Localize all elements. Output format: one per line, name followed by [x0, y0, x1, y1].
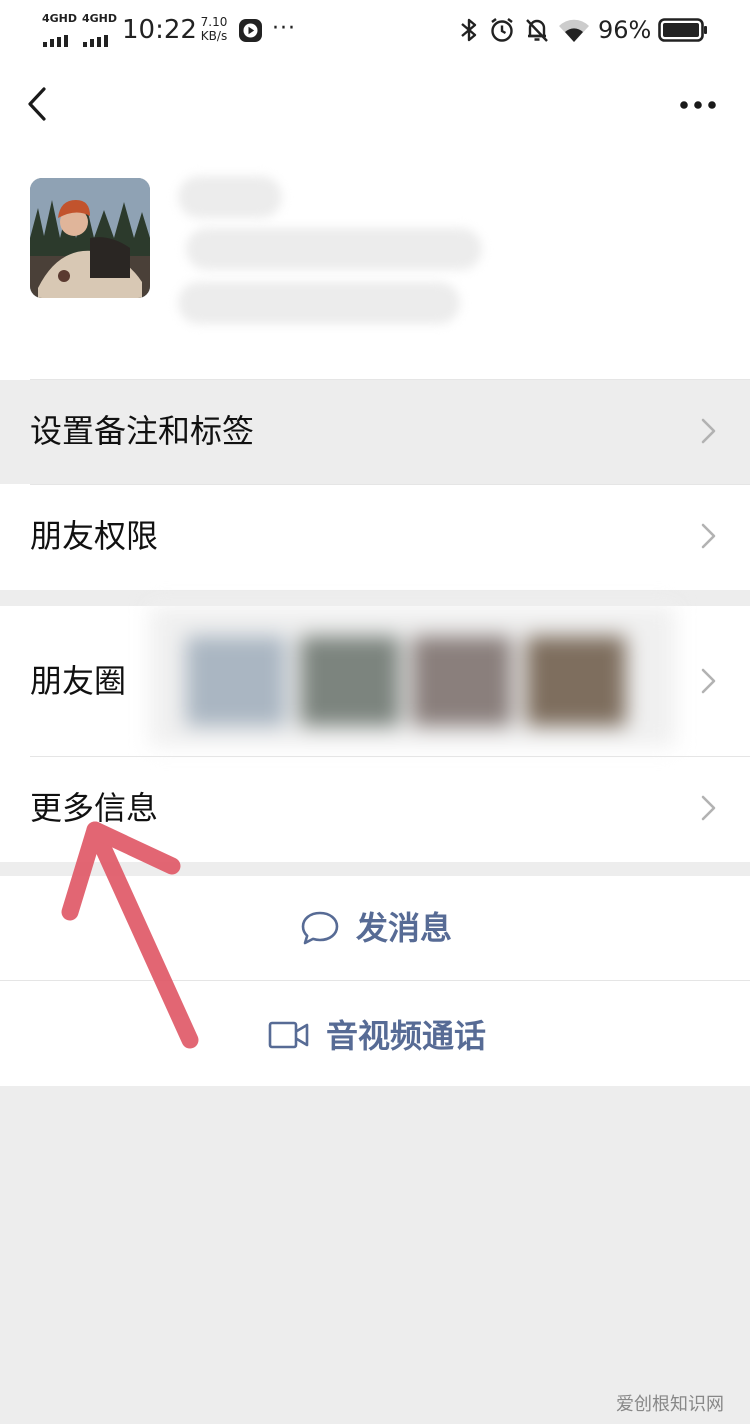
watermark-text: 爱创根知识网: [616, 1394, 724, 1415]
annotation-arrow: [61, 821, 199, 1049]
